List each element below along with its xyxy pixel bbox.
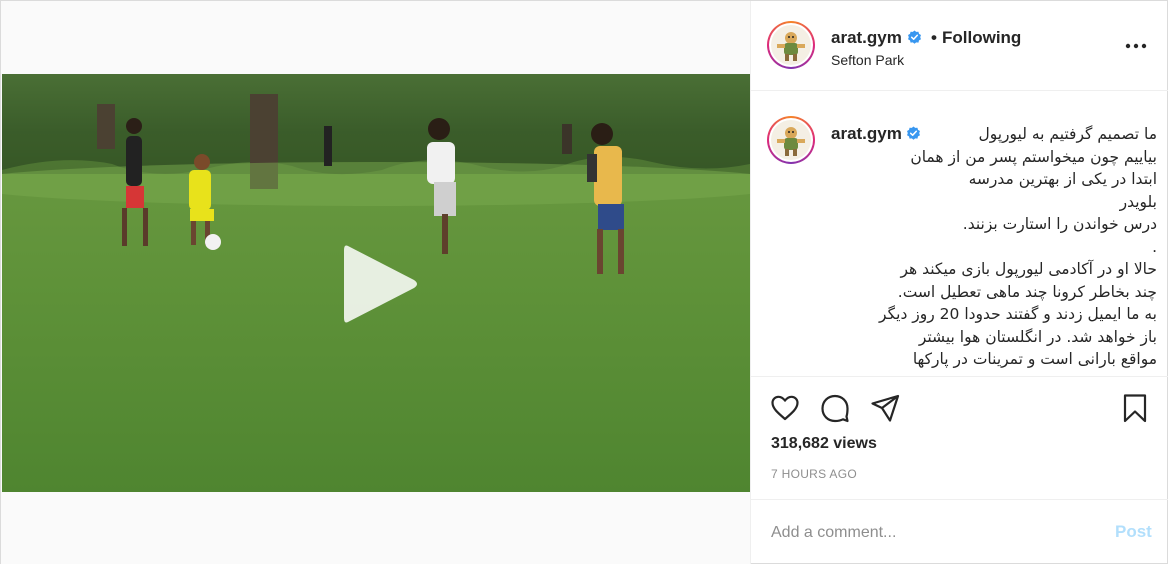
- instagram-post: arat.gym • Following Sefton Park arat.gy…: [0, 0, 1168, 564]
- mascot-logo-icon: [777, 127, 805, 156]
- caption-line: بلویدر: [1119, 192, 1157, 211]
- following-button[interactable]: Following: [942, 28, 1021, 48]
- caption-line: .: [1152, 237, 1157, 256]
- separator-dot: •: [931, 28, 937, 47]
- paper-plane-icon: [871, 394, 900, 422]
- post-timestamp[interactable]: 7 HOURS AGO: [771, 467, 857, 481]
- avatar-image: [771, 120, 811, 160]
- post-actions: 318,682 views 7 HOURS AGO: [751, 376, 1168, 516]
- post-header: arat.gym • Following Sefton Park: [751, 1, 1168, 91]
- comment-bubble-icon: [821, 394, 849, 423]
- save-button[interactable]: [1119, 392, 1151, 424]
- caption-username[interactable]: arat.gym: [831, 124, 902, 143]
- like-button[interactable]: [769, 392, 801, 424]
- add-comment-section: Post: [751, 499, 1168, 564]
- caption-line: به ما ایمیل زدند و گفتند حدودا 20 روز دی…: [879, 305, 1157, 323]
- bookmark-icon: [1123, 394, 1147, 423]
- post-side-panel: arat.gym • Following Sefton Park arat.gy…: [751, 1, 1168, 564]
- more-options-icon: [1125, 43, 1147, 49]
- post-comment-button[interactable]: Post: [1115, 522, 1152, 542]
- caption-line: مواقع بارانی است و تمرینات در پارکها: [912, 350, 1157, 368]
- caption-line: ابتدا در یکی از بهترین مدرسه: [968, 170, 1157, 188]
- mascot-logo-icon: [777, 32, 805, 61]
- caption-line: ما تصمیم گرفتیم به لیورپول: [978, 125, 1157, 143]
- caption-line: چند بخاطر کرونا چند ماهی تعطیل است.: [897, 282, 1157, 301]
- caption-line: باز خواهد شد. در انگلستان هوا بیشتر: [918, 327, 1157, 346]
- post-caption: arat.gym ما تصمیم گرفتیم به لیورپول بیای…: [831, 123, 1157, 371]
- verified-badge-icon: [907, 126, 921, 140]
- caption-line: حالا او در آکادمی لیورپول بازی میکند هر: [900, 260, 1157, 278]
- comment-button[interactable]: [819, 392, 851, 424]
- caption-line: درس خواندن را استارت بزنند.: [962, 215, 1157, 233]
- avatar-image: [771, 25, 811, 65]
- comment-input[interactable]: [771, 520, 1091, 546]
- avatar[interactable]: [767, 21, 815, 69]
- comments-list[interactable]: arat.gym ما تصمیم گرفتیم به لیورپول بیای…: [751, 92, 1168, 376]
- avatar[interactable]: [767, 116, 815, 164]
- video-player[interactable]: [2, 74, 750, 492]
- more-options-button[interactable]: [1123, 37, 1149, 55]
- username-link[interactable]: arat.gym: [831, 28, 922, 48]
- post-media-area: [1, 1, 750, 564]
- share-button[interactable]: [869, 392, 901, 424]
- heart-icon: [771, 395, 799, 421]
- username-text[interactable]: arat.gym: [831, 28, 902, 47]
- play-icon: [344, 245, 417, 323]
- play-button[interactable]: [340, 240, 420, 328]
- view-count[interactable]: 318,682 views: [771, 435, 877, 453]
- location-link[interactable]: Sefton Park: [831, 52, 904, 68]
- verified-badge-icon: [907, 30, 921, 44]
- caption-line: بیاییم چون میخواستم پسر من از همان: [910, 147, 1157, 166]
